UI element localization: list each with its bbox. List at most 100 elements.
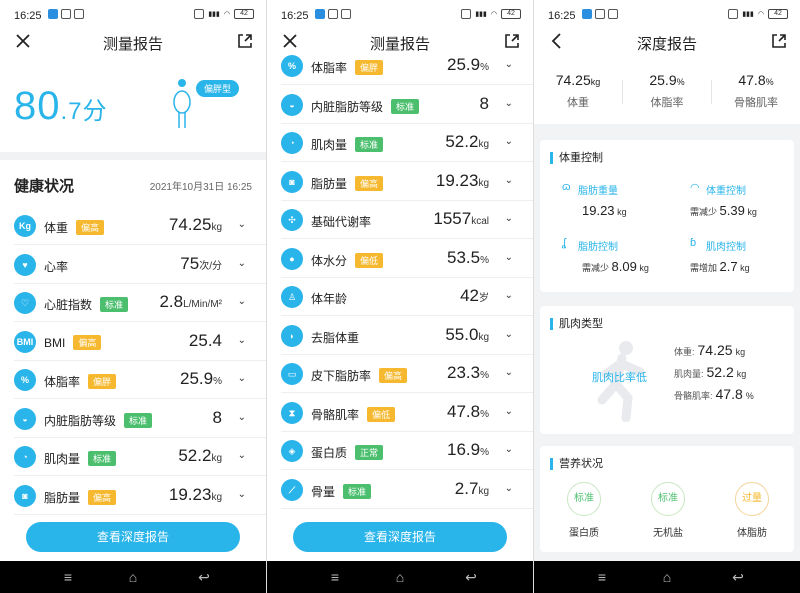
metric-row[interactable]: Kg 体重 偏高 74.25kg ⌄ bbox=[0, 207, 266, 245]
metric-row[interactable]: % 体脂率 偏胖 25.9% ⌄ bbox=[0, 361, 266, 399]
back-icon[interactable]: ↩ bbox=[196, 569, 212, 585]
metric-row[interactable]: ▭ 皮下脂肪率 偏高 23.3% ⌄ bbox=[267, 355, 533, 393]
metric-row[interactable]: % 体脂率 偏胖 25.9% ⌄ bbox=[267, 47, 533, 85]
share-icon[interactable] bbox=[770, 32, 788, 50]
status-badge: 偏高 bbox=[379, 368, 408, 383]
chevron-down-icon[interactable]: ⌄ bbox=[505, 98, 513, 109]
notification-icon bbox=[595, 9, 605, 19]
metric-icon: BMI bbox=[14, 330, 36, 353]
chevron-down-icon[interactable]: ⌄ bbox=[238, 335, 246, 346]
home-icon[interactable]: ⌂ bbox=[392, 569, 408, 585]
metric-row[interactable]: ◒ 内脏脂肪等级 标准 8 ⌄ bbox=[267, 86, 533, 124]
home-icon[interactable]: ⌂ bbox=[125, 569, 141, 585]
chevron-down-icon[interactable]: ⌄ bbox=[238, 219, 246, 230]
metric-row[interactable]: ✣ 基础代谢率 1557kcal ⌄ bbox=[267, 201, 533, 239]
chevron-down-icon[interactable]: ⌄ bbox=[505, 329, 513, 340]
menu-icon[interactable]: ≡ bbox=[327, 569, 343, 585]
metric-value: 19.23kg bbox=[168, 484, 222, 504]
notification-icon bbox=[315, 9, 325, 19]
health-status-header: 健康状况 2021年10月31日 16:25 bbox=[14, 172, 252, 196]
summary-weight: 74.25kg 体重 bbox=[555, 72, 601, 109]
menu-icon[interactable]: ≡ bbox=[60, 569, 76, 585]
home-icon[interactable]: ⌂ bbox=[659, 569, 675, 585]
fat-weight-icon: ɷ bbox=[562, 181, 571, 193]
metric-row[interactable]: ♥ 心率 75次/分 ⌄ bbox=[0, 246, 266, 284]
chevron-down-icon[interactable]: ⌄ bbox=[505, 175, 513, 186]
chevron-down-icon[interactable]: ⌄ bbox=[238, 258, 246, 269]
health-score: 80.7分 bbox=[14, 84, 108, 128]
status-time: 16:25 bbox=[548, 10, 576, 22]
metric-row[interactable]: ⟋ 骨量 标准 2.7kg ⌄ bbox=[267, 471, 533, 509]
metric-row[interactable]: ◔ 肌肉量 标准 52.2kg ⌄ bbox=[267, 124, 533, 162]
metric-row[interactable]: ◒ 内脏脂肪等级 标准 8 ⌄ bbox=[0, 400, 266, 438]
view-deep-report-button[interactable]: 查看深度报告 bbox=[293, 522, 507, 552]
metric-label: 体年龄 bbox=[311, 292, 348, 306]
status-badge: 偏高 bbox=[73, 334, 102, 350]
metric-value: 75次/分 bbox=[180, 253, 222, 273]
metric-icon: ● bbox=[281, 247, 303, 270]
chevron-down-icon[interactable]: ⌄ bbox=[505, 444, 513, 455]
muscle-type-card: 肌肉类型 肌肉比率低 体重: 74.25 kg 肌肉量: 52.2 kg 骨骼肌率: 47… bbox=[540, 306, 794, 434]
chevron-down-icon[interactable]: ⌄ bbox=[238, 450, 246, 461]
status-bar: 16:25 ▮▮▮ ◠ 42 bbox=[267, 0, 533, 30]
metric-row[interactable]: ♙ 体年龄 42岁 ⌄ bbox=[267, 278, 533, 316]
chevron-down-icon[interactable]: ⌄ bbox=[505, 406, 513, 417]
metric-value: 47.8% bbox=[447, 401, 489, 421]
card-title: 肌肉类型 bbox=[550, 318, 603, 330]
metric-row[interactable]: ◙ 脂肪量 偏高 19.23kg ⌄ bbox=[267, 163, 533, 201]
metric-value: 42岁 bbox=[460, 286, 489, 305]
metric-value: 25.4 bbox=[188, 330, 222, 350]
section-title: 健康状况 bbox=[14, 178, 75, 195]
card-title: 营养状况 bbox=[550, 458, 603, 470]
menu-icon[interactable]: ≡ bbox=[594, 569, 610, 585]
notification-icon bbox=[582, 9, 592, 19]
metric-icon: ◗ bbox=[281, 324, 303, 347]
status-badge: 标准 bbox=[343, 483, 372, 499]
chevron-down-icon[interactable]: ⌄ bbox=[505, 59, 513, 70]
divider bbox=[0, 152, 266, 160]
muscle-icon: ɓ bbox=[690, 237, 697, 249]
chevron-down-icon[interactable]: ⌄ bbox=[505, 367, 513, 378]
metric-row[interactable]: BMI BMI 偏高 25.4 ⌄ bbox=[0, 323, 266, 361]
share-icon[interactable] bbox=[236, 32, 254, 50]
metric-value: 52.2kg bbox=[445, 132, 489, 151]
page-title: 测量报告 bbox=[102, 36, 163, 53]
metric-value: 2.7kg bbox=[454, 478, 489, 498]
metric-label: 体脂率 偏胖 bbox=[311, 59, 384, 76]
fat-weight-cell: ɷ 脂肪重量 19.23 kg bbox=[562, 181, 627, 218]
metric-icon: ♙ bbox=[281, 286, 303, 308]
wifi-icon: ◠ bbox=[223, 11, 230, 18]
metric-row[interactable]: ◙ 脂肪量 偏高 19.23kg ⌄ bbox=[0, 477, 266, 515]
back-icon[interactable]: ↩ bbox=[463, 569, 479, 585]
chevron-down-icon[interactable]: ⌄ bbox=[238, 412, 246, 423]
muscle-stat-muscle: 肌肉量: 52.2 kg bbox=[674, 364, 747, 380]
metric-value: 23.3% bbox=[447, 363, 489, 382]
chevron-down-icon[interactable]: ⌄ bbox=[238, 489, 246, 500]
metric-value: 53.5% bbox=[447, 247, 489, 267]
metric-label: 皮下脂肪率 偏高 bbox=[311, 367, 408, 384]
chevron-down-icon[interactable]: ⌄ bbox=[505, 252, 513, 263]
back-icon[interactable]: ↩ bbox=[730, 569, 746, 585]
metric-label: 心率 bbox=[44, 259, 69, 274]
view-deep-report-button[interactable]: 查看深度报告 bbox=[26, 522, 240, 552]
metric-row[interactable]: ◈ 蛋白质 正常 16.9% ⌄ bbox=[267, 432, 533, 470]
metric-row[interactable]: ◔ 肌肉量 标准 52.2kg ⌄ bbox=[0, 438, 266, 476]
chevron-down-icon[interactable]: ⌄ bbox=[505, 483, 513, 494]
chevron-down-icon[interactable]: ⌄ bbox=[238, 296, 246, 307]
chevron-down-icon[interactable]: ⌄ bbox=[505, 136, 513, 147]
metric-icon: ◙ bbox=[281, 170, 303, 193]
metric-row[interactable]: ♡ 心脏指数 标准 2.8L/Min/M² ⌄ bbox=[0, 284, 266, 322]
status-badge: 标准 bbox=[88, 451, 117, 466]
chevron-down-icon[interactable]: ⌄ bbox=[505, 290, 513, 301]
metric-row[interactable]: ⧗ 骨骼肌率 偏低 47.8% ⌄ bbox=[267, 394, 533, 432]
metric-icon: ♥ bbox=[14, 253, 36, 276]
signal-icon: ▮▮▮ bbox=[208, 11, 220, 18]
chevron-down-icon[interactable]: ⌄ bbox=[505, 213, 513, 224]
metric-icon: ◒ bbox=[281, 93, 303, 116]
status-badge: 偏高 bbox=[76, 220, 105, 235]
metric-row[interactable]: ● 体水分 偏低 53.5% ⌄ bbox=[267, 240, 533, 278]
metric-row[interactable]: ◗ 去脂体重 55.0kg ⌄ bbox=[267, 317, 533, 355]
metric-icon: % bbox=[281, 55, 303, 77]
chevron-down-icon[interactable]: ⌄ bbox=[238, 373, 246, 384]
metric-label: 肌肉量 标准 bbox=[311, 136, 384, 153]
